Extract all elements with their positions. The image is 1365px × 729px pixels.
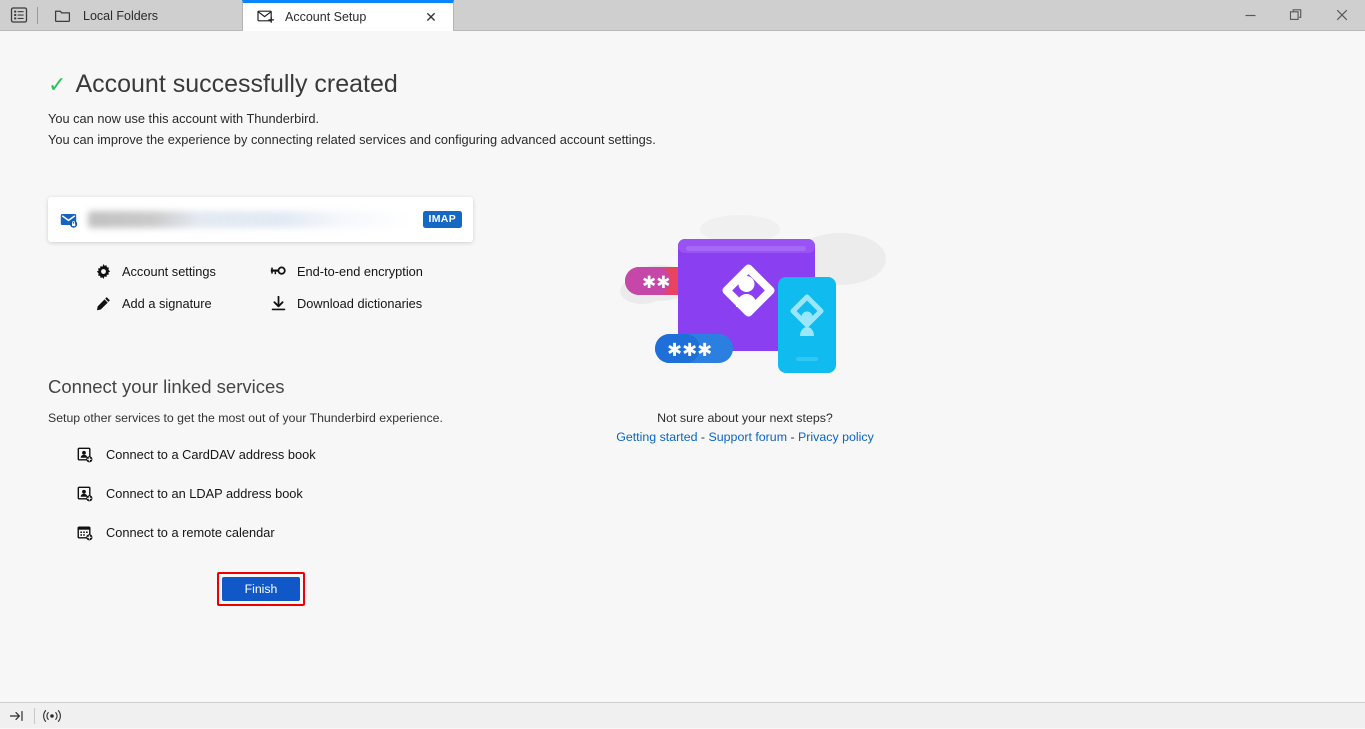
- address-book-add-icon: [76, 446, 93, 463]
- gear-icon: [95, 263, 111, 279]
- close-icon: [1335, 8, 1349, 22]
- key-icon: [270, 263, 286, 279]
- help-question: Not sure about your next steps?: [590, 411, 900, 425]
- collapse-pane-icon: [9, 709, 25, 723]
- tab-account-setup[interactable]: Account Setup ✕: [242, 0, 454, 31]
- address-book-add-icon: [76, 485, 93, 502]
- collapse-pane-button[interactable]: [0, 703, 34, 729]
- account-actions: Account settings End-to-end encryption A…: [95, 263, 423, 311]
- download-icon: [270, 295, 286, 311]
- network-activity-indicator[interactable]: [35, 703, 69, 729]
- link-getting-started[interactable]: Getting started: [616, 430, 697, 444]
- linked-services-title: Connect your linked services: [48, 376, 285, 398]
- help-links: Getting started - Support forum - Privac…: [590, 430, 900, 444]
- window-controls: [1227, 0, 1365, 30]
- minimize-button[interactable]: [1227, 0, 1273, 30]
- tab-bar-spacer: [454, 0, 1227, 30]
- service-label: Connect to a CardDAV address book: [106, 447, 316, 462]
- tab-local-folders[interactable]: Local Folders: [38, 0, 242, 31]
- tab-close-button[interactable]: ✕: [421, 7, 441, 27]
- linked-services-subtitle: Setup other services to get the most out…: [48, 411, 443, 425]
- tab-bar: Local Folders Account Setup ✕: [0, 0, 1365, 31]
- link-separator-2: -: [787, 430, 798, 444]
- action-end-to-end-encryption[interactable]: End-to-end encryption: [270, 263, 423, 279]
- service-ldap-address-book[interactable]: Connect to an LDAP address book: [76, 485, 316, 502]
- svg-text:✱✱✱: ✱✱✱: [667, 340, 712, 361]
- link-privacy-policy[interactable]: Privacy policy: [798, 430, 874, 444]
- calendar-add-icon: [76, 524, 93, 541]
- pencil-icon: [95, 295, 111, 311]
- tab-label: Local Folders: [83, 9, 230, 23]
- service-carddav-address-book[interactable]: Connect to a CardDAV address book: [76, 446, 316, 463]
- password-pill-blue: ✱✱✱: [655, 334, 733, 363]
- mail-new-icon: [257, 9, 275, 25]
- action-label: Add a signature: [122, 296, 212, 311]
- service-remote-calendar[interactable]: Connect to a remote calendar: [76, 524, 316, 541]
- action-label: Download dictionaries: [297, 296, 422, 311]
- restore-button[interactable]: [1273, 0, 1319, 30]
- status-bar: [0, 702, 1365, 728]
- page-subtitle-line1: You can now use this account with Thunde…: [48, 111, 319, 126]
- tab-label: Account Setup: [285, 10, 411, 24]
- linked-services-illustration: ✱✱ ✱✱✱: [590, 191, 900, 391]
- svg-text:✱✱: ✱✱: [642, 273, 671, 293]
- link-separator-1: -: [697, 430, 708, 444]
- action-label: End-to-end encryption: [297, 264, 423, 279]
- page-title-text: Account successfully created: [75, 70, 397, 99]
- link-support-forum[interactable]: Support forum: [709, 430, 788, 444]
- network-activity-icon: [42, 709, 62, 723]
- action-label: Account settings: [122, 264, 216, 279]
- account-setup-page: ✓ Account successfully created You can n…: [0, 31, 1365, 702]
- mail-account-icon: [60, 211, 78, 229]
- folder-icon: [54, 7, 71, 24]
- action-add-signature[interactable]: Add a signature: [95, 295, 270, 311]
- restore-icon: [1289, 8, 1303, 22]
- page-title: ✓ Account successfully created: [48, 70, 398, 99]
- action-download-dictionaries[interactable]: Download dictionaries: [270, 295, 423, 311]
- action-account-settings[interactable]: Account settings: [95, 263, 270, 279]
- finish-button[interactable]: Finish: [222, 577, 300, 601]
- finish-button-highlight: Finish: [217, 572, 305, 606]
- linked-services-list: Connect to a CardDAV address book Connec…: [76, 446, 316, 541]
- spaces-list-icon: [10, 6, 28, 24]
- close-button[interactable]: [1319, 0, 1365, 30]
- spaces-toolbar-button[interactable]: [0, 0, 37, 30]
- phone-card-cyan: [778, 277, 836, 373]
- protocol-badge: IMAP: [423, 211, 462, 229]
- check-icon: ✓: [48, 74, 66, 96]
- account-email-redacted: [88, 211, 413, 228]
- service-label: Connect to a remote calendar: [106, 525, 275, 540]
- page-subtitle-line2: You can improve the experience by connec…: [48, 132, 656, 147]
- account-card[interactable]: IMAP: [48, 197, 473, 242]
- service-label: Connect to an LDAP address book: [106, 486, 303, 501]
- minimize-icon: [1244, 9, 1257, 22]
